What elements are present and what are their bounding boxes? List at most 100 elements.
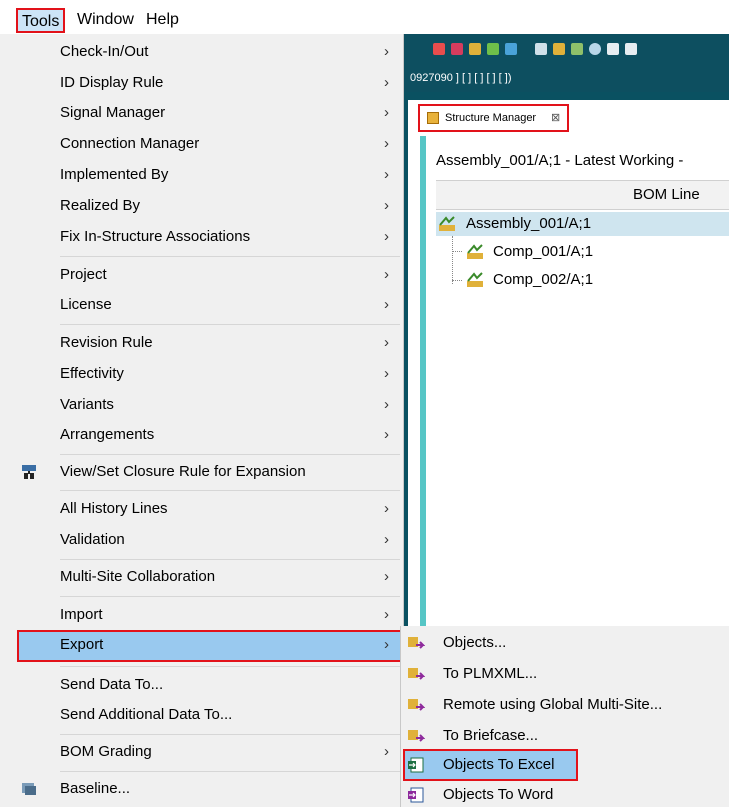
menu-item-effectivity[interactable]: Effectivity › [0,359,402,389]
menu-item-import[interactable]: Import › [0,600,402,630]
menu-window[interactable]: Window [77,10,134,30]
menu-item-label: Baseline... [60,780,131,797]
toolbar-icon-first[interactable] [607,43,619,55]
menu-item-label: Validation [60,531,125,548]
submenu-arrow-icon: › [384,135,389,152]
menu-item-label: Project [60,266,107,283]
toolbar-icon-blue[interactable] [505,43,517,55]
submenu-item-label: Objects... [443,634,507,651]
menu-item-label: Implemented By [60,166,169,183]
id-display-strip: 0927090 ] [ ] [ ] [ ] [ ]) [400,64,729,92]
menu-item-label: Realized By [60,197,141,214]
menu-item-arrangements[interactable]: Arrangements › [0,420,402,450]
menu-separator [60,256,400,257]
menu-separator [60,596,400,597]
menu-item-label: View/Set Closure Rule for Expansion [60,463,306,480]
toolbar-icon-search[interactable] [589,43,601,55]
close-tab-icon[interactable]: ⊠ [551,106,560,130]
menu-item-realized-by[interactable]: Realized By › [0,191,402,221]
menu-item-revision-rule[interactable]: Revision Rule › [0,328,402,358]
tree-row-assembly[interactable]: Assembly_001/A;1 [466,215,591,232]
menu-item-label: Effectivity [60,365,124,382]
tree-row-comp-002[interactable]: Comp_002/A;1 [493,271,593,288]
submenu-item-remote-global-multi-site[interactable]: Remote using Global Multi-Site... [401,690,729,720]
menu-item-send-data-to[interactable]: Send Data To... [0,670,402,700]
menu-item-license[interactable]: License › [0,290,402,320]
submenu-arrow-icon: › [384,568,389,585]
toolbar-icon-light[interactable] [535,43,547,55]
submenu-item-label: To Briefcase... [443,727,539,744]
structure-manager-icon [427,112,439,124]
menu-item-label: ID Display Rule [60,74,164,91]
tools-menu: Check-In/Out › ID Display Rule › Signal Ma… [0,34,404,807]
menu-item-baseline[interactable]: Baseline... [0,774,402,804]
menu-item-signal-manager[interactable]: Signal Manager › [0,98,402,128]
menu-item-project[interactable]: Project › [0,260,402,290]
submenu-arrow-icon: › [384,197,389,214]
submenu-item-objects[interactable]: Objects... [401,628,729,658]
export-briefcase-icon [408,730,425,742]
submenu-item-label: Objects To Word [443,786,554,803]
menu-help[interactable]: Help [146,10,179,30]
menu-item-variants[interactable]: Variants › [0,390,402,420]
toolbar-icon-tree[interactable] [571,43,583,55]
menu-item-label: Connection Manager [60,135,200,152]
submenu-item-to-briefcase[interactable]: To Briefcase... [401,721,729,751]
submenu-item-label: To PLMXML... [443,665,538,682]
menu-bar: Tools Window Help [0,0,729,34]
menu-item-all-history-lines[interactable]: All History Lines › [0,494,402,524]
menu-separator [60,324,400,325]
menu-item-label: Arrangements [60,426,155,443]
submenu-arrow-icon: › [384,296,389,313]
tab-structure-manager[interactable]: Structure Manager ⊠ [418,104,569,132]
submenu-arrow-icon: › [384,426,389,443]
structure-title: Assembly_001/A;1 - Latest Working - [436,152,684,169]
menu-tools[interactable]: Tools [16,8,66,33]
menu-item-label: License [60,296,112,313]
submenu-arrow-icon: › [384,228,389,245]
menu-item-label: Revision Rule [60,334,153,351]
menu-item-label: Send Data To... [60,676,164,693]
menu-item-bom-grading[interactable]: BOM Grading › [0,737,402,767]
submenu-arrow-icon: › [384,104,389,121]
menu-item-implemented-by[interactable]: Implemented By › [0,160,402,190]
menu-item-id-display-rule[interactable]: ID Display Rule › [0,68,402,98]
menu-item-label: Import [60,606,103,623]
menu-item-send-additional-data-to[interactable]: Send Additional Data To... [0,700,402,730]
submenu-item-label: Objects To Excel [443,756,555,773]
tab-label: Structure Manager [445,112,537,124]
menu-separator [60,666,400,667]
submenu-item-to-plmxml[interactable]: To PLMXML... [401,659,729,689]
component-icon [467,244,483,259]
menu-item-multi-site-collaboration[interactable]: Multi-Site Collaboration › [0,562,402,592]
menu-item-fix-in-structure-associations[interactable]: Fix In-Structure Associations › [0,222,402,252]
submenu-item-label: Remote using Global Multi-Site... [443,696,663,713]
submenu-arrow-icon: › [384,396,389,413]
menu-item-connection-manager[interactable]: Connection Manager › [0,129,402,159]
tree-row-comp-001[interactable]: Comp_001/A;1 [493,243,593,260]
toolbar-icon-yellow[interactable] [469,43,481,55]
toolbar-icon-green[interactable] [487,43,499,55]
export-remote-icon [408,699,425,711]
submenu-arrow-icon: › [384,531,389,548]
menu-item-check-in-out[interactable]: Check-In/Out › [0,37,402,67]
component-icon [467,272,483,287]
submenu-item-objects-to-word[interactable]: Objects To Word [401,780,729,810]
tree-connector [452,251,462,252]
menu-item-closure-rule[interactable]: View/Set Closure Rule for Expansion [0,457,402,487]
menu-item-validation[interactable]: Validation › [0,525,402,555]
menu-separator [60,490,400,491]
toolbar-icon-pink[interactable] [451,43,463,55]
submenu-item-objects-to-excel[interactable]: Objects To Excel [401,749,729,781]
toolbar-icon-red[interactable] [433,43,445,55]
submenu-arrow-icon: › [384,166,389,183]
menu-item-label: Signal Manager [60,104,166,121]
toolbar-icon-prev[interactable] [625,43,637,55]
menu-item-export[interactable]: Export › [0,630,402,662]
column-header-bom-line[interactable]: BOM Line [436,180,729,210]
submenu-arrow-icon: › [384,606,389,623]
toolbar-icon-folder[interactable] [553,43,565,55]
column-header-label: BOM Line [633,186,700,203]
menu-item-label: BOM Grading [60,743,152,760]
menu-item-label: Fix In-Structure Associations [60,228,251,245]
